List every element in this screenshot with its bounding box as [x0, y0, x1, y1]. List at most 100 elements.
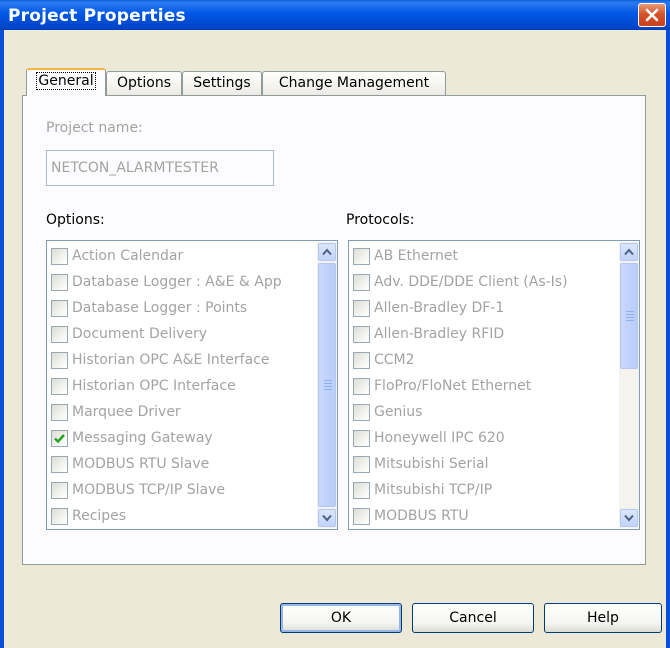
list-item[interactable]: MODBUS RTU Slave — [51, 452, 315, 478]
list-item-label: Database Logger : A&E & App — [72, 274, 282, 290]
tab-options-label: Options — [116, 75, 172, 91]
list-item[interactable]: Honeywell IPC 620 — [353, 426, 617, 452]
chevron-up-icon — [322, 248, 332, 256]
list-item[interactable]: Marquee Driver — [51, 400, 315, 426]
list-item[interactable]: Mitsubishi Serial — [353, 452, 617, 478]
chevron-down-icon — [322, 514, 332, 522]
ok-button[interactable]: OK — [280, 603, 402, 633]
tab-settings[interactable]: Settings — [182, 71, 262, 95]
list-item[interactable]: Historian OPC Interface — [51, 374, 315, 400]
checkbox[interactable] — [353, 300, 370, 317]
checkbox[interactable] — [353, 326, 370, 343]
checkbox[interactable] — [51, 300, 68, 317]
list-item[interactable]: CCM2 — [353, 348, 617, 374]
list-item[interactable]: Action Calendar — [51, 244, 315, 270]
list-item-label: AB Ethernet — [374, 248, 458, 264]
checkbox[interactable] — [51, 274, 68, 291]
options-scrollbar[interactable] — [317, 242, 337, 528]
list-item-label: Action Calendar — [72, 248, 184, 264]
chevron-up-icon — [624, 248, 634, 256]
list-item-label: Document Delivery — [72, 326, 208, 342]
tab-general[interactable]: General — [26, 68, 106, 96]
list-item-label: Recipes — [72, 508, 127, 524]
tab-settings-label: Settings — [193, 75, 251, 91]
list-item-label: FloPro/FloNet Ethernet — [374, 378, 532, 394]
list-item-label: Database Logger : Points — [72, 300, 248, 316]
list-item[interactable]: FloPro/FloNet Ethernet — [353, 374, 617, 400]
scroll-up-button[interactable] — [620, 243, 638, 261]
list-item-label: Historian OPC A&E Interface — [72, 352, 270, 368]
list-item[interactable]: Historian OPC A&E Interface — [51, 348, 315, 374]
list-item[interactable]: MODBUS TCP/IP Slave — [51, 478, 315, 504]
list-item-label: Allen-Bradley DF-1 — [374, 300, 505, 316]
checkbox[interactable] — [353, 430, 370, 447]
list-item-label: MODBUS RTU — [374, 508, 469, 524]
list-item[interactable]: Allen-Bradley RFID — [353, 322, 617, 348]
scroll-thumb[interactable] — [318, 263, 336, 507]
checkbox[interactable] — [51, 248, 68, 265]
list-item-label: Genius — [374, 404, 423, 420]
close-icon — [645, 8, 659, 22]
list-item-label: Allen-Bradley RFID — [374, 326, 505, 342]
checkbox[interactable] — [353, 378, 370, 395]
window-title: Project Properties — [8, 6, 186, 26]
title-bar[interactable]: Project Properties — [0, 0, 670, 30]
list-item[interactable]: Genius — [353, 400, 617, 426]
window-frame-right — [666, 30, 670, 648]
list-item[interactable]: Mitsubishi TCP/IP — [353, 478, 617, 504]
list-item-label: MODBUS TCP/IP Slave — [72, 482, 226, 498]
list-item[interactable]: Adv. DDE/DDE Client (As-Is) — [353, 270, 617, 296]
tab-change-management-label: Change Management — [278, 75, 430, 91]
close-button[interactable] — [638, 3, 666, 27]
tab-general-label: General — [36, 72, 96, 90]
checkbox-checked[interactable] — [51, 430, 68, 447]
list-item[interactable]: Database Logger : Points — [51, 296, 315, 322]
help-button[interactable]: Help — [544, 603, 662, 633]
list-item[interactable]: Messaging Gateway — [51, 426, 315, 452]
protocols-list[interactable]: AB Ethernet Adv. DDE/DDE Client (As-Is) … — [348, 240, 640, 530]
checkbox[interactable] — [51, 508, 68, 525]
scroll-thumb[interactable] — [620, 263, 638, 369]
list-item[interactable]: Database Logger : A&E & App — [51, 270, 315, 296]
project-name-field[interactable]: NETCON_ALARMTESTER — [46, 150, 274, 186]
protocols-scrollbar[interactable] — [619, 242, 639, 528]
protocols-label: Protocols: — [346, 212, 415, 228]
list-item[interactable]: Allen-Bradley DF-1 — [353, 296, 617, 322]
checkbox[interactable] — [353, 482, 370, 499]
options-list[interactable]: Action Calendar Database Logger : A&E & … — [46, 240, 338, 530]
scroll-up-button[interactable] — [318, 243, 336, 261]
list-item-label: Mitsubishi TCP/IP — [374, 482, 493, 498]
list-item[interactable]: Document Delivery — [51, 322, 315, 348]
list-item-label: Messaging Gateway — [72, 430, 213, 446]
list-item-label: Honeywell IPC 620 — [374, 430, 505, 446]
list-item-label: Marquee Driver — [72, 404, 181, 420]
checkbox[interactable] — [353, 456, 370, 473]
project-name-label: Project name: — [46, 120, 143, 136]
checkbox[interactable] — [353, 404, 370, 421]
checkbox[interactable] — [51, 326, 68, 343]
list-item-label: Mitsubishi Serial — [374, 456, 489, 472]
checkbox[interactable] — [51, 404, 68, 421]
scroll-down-button[interactable] — [318, 509, 336, 527]
checkbox[interactable] — [353, 352, 370, 369]
tab-change-management[interactable]: Change Management — [262, 71, 446, 95]
list-item[interactable]: Recipes — [51, 504, 315, 529]
checkbox[interactable] — [353, 508, 370, 525]
checkbox[interactable] — [51, 378, 68, 395]
options-label: Options: — [46, 212, 105, 228]
checkbox[interactable] — [51, 352, 68, 369]
chevron-down-icon — [624, 514, 634, 522]
list-item-label: Adv. DDE/DDE Client (As-Is) — [374, 274, 568, 290]
cancel-button[interactable]: Cancel — [412, 603, 534, 633]
list-item-label: MODBUS RTU Slave — [72, 456, 210, 472]
checkbox[interactable] — [51, 456, 68, 473]
list-item-label: Historian OPC Interface — [72, 378, 236, 394]
scroll-down-button[interactable] — [620, 509, 638, 527]
list-item[interactable]: MODBUS RTU — [353, 504, 617, 529]
list-item[interactable]: AB Ethernet — [353, 244, 617, 270]
checkbox[interactable] — [353, 274, 370, 291]
checkbox[interactable] — [51, 482, 68, 499]
checkbox[interactable] — [353, 248, 370, 265]
tab-options[interactable]: Options — [106, 71, 182, 95]
window-frame-left — [0, 30, 4, 648]
